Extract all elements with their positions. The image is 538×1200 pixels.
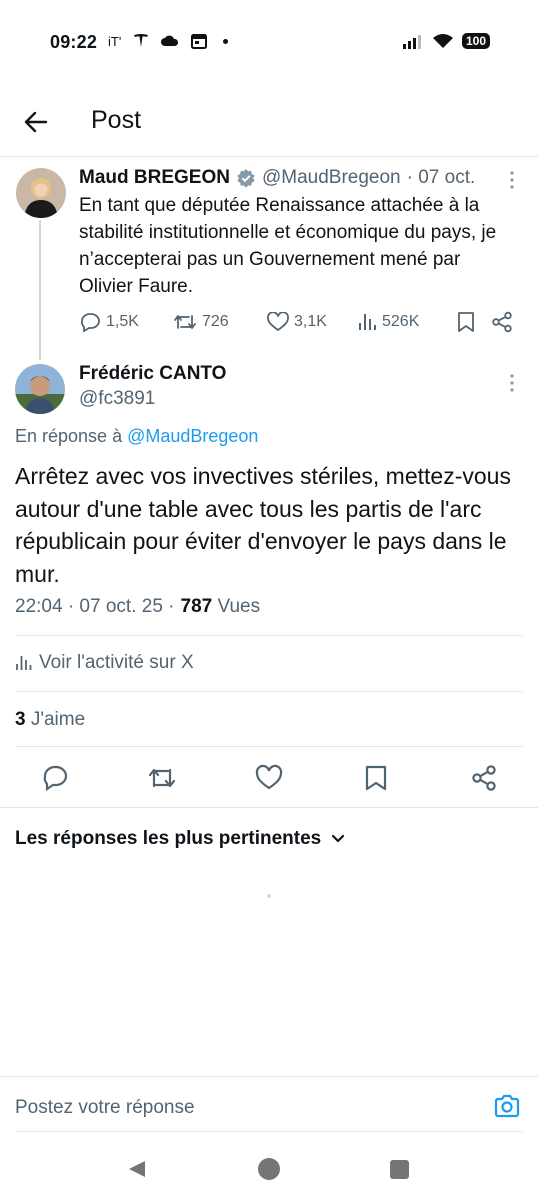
main-actions [0,760,538,800]
status-system-icons: 100 [402,33,490,49]
parent-like-count: 3,1K [294,313,327,330]
it-icon: iT' [108,33,122,49]
calendar-icon [191,34,208,49]
loading-indicator [267,894,271,898]
parent-views-button[interactable]: 526K [357,312,457,332]
main-tweet-time[interactable]: 22:04 · 07 oct. 25 · [15,596,175,618]
main-author-name[interactable]: Frédéric CANTO [79,363,226,385]
back-button[interactable] [20,108,52,136]
main-author-handle[interactable]: @fc3891 [79,388,155,410]
main-more-button[interactable] [506,373,518,398]
likes-label: J'aime [30,709,86,730]
reply-icon [81,313,100,332]
likes-divider [15,746,523,747]
arrow-left-icon [24,111,48,133]
main-tweet-meta: 22:04 · 07 oct. 25 · 787 Vues [15,596,260,618]
main-share-button[interactable] [470,764,498,792]
cloud-icon [161,35,179,46]
triangle-back-icon [129,1161,145,1177]
main-repost-button[interactable] [147,764,176,792]
battery-indicator: 100 [461,33,490,49]
tesla-icon [134,34,149,47]
reply-to-mention[interactable]: @MaudBregeon [127,426,258,446]
reply-to-prefix: En réponse à [15,426,123,446]
composer-bottom-divider [15,1131,523,1132]
parent-author-handle[interactable]: @MaudBregeon [262,167,401,189]
parent-repost-count: 726 [202,313,229,330]
likes-count: 3 [15,709,26,730]
heart-icon [267,312,289,332]
share-icon [492,311,512,333]
main-reply-button[interactable] [41,764,69,792]
share-icon [472,765,496,791]
bookmark-icon [458,312,474,332]
reply-input[interactable]: Postez votre réponse [15,1097,195,1119]
view-activity-label: Voir l'activité sur X [39,652,194,673]
nav-back-button[interactable] [127,1159,147,1184]
parent-repost-button[interactable]: 726 [173,312,267,332]
signal-icon [402,35,421,49]
parent-tweet-text: En tant que députée Renaissance attachée… [79,195,497,297]
parent-share-button[interactable] [491,311,513,333]
main-avatar[interactable] [15,364,65,414]
composer-top-divider [0,1076,538,1077]
parent-like-button[interactable]: 3,1K [267,312,357,332]
view-activity-link[interactable]: Voir l'activité sur X [15,652,194,674]
heart-icon [255,764,283,790]
reply-icon [43,765,68,792]
actions-divider [0,807,538,808]
main-like-button[interactable] [255,764,283,792]
avatar-image [15,364,65,414]
wifi-icon [432,34,453,48]
status-time: 09:22 [50,32,98,52]
replies-sort-label: Les réponses les plus pertinentes [15,828,322,849]
parent-avatar[interactable] [16,168,66,218]
replies-sort-dropdown[interactable]: Les réponses les plus pertinentes [15,828,345,850]
parent-reply-button[interactable]: 1,5K [79,312,173,332]
parent-author-row: Maud BREGEON @MaudBregeon · 07 oct. [79,167,475,189]
parent-views-count: 526K [382,313,420,330]
meta-divider [15,635,523,636]
status-notification-icons: iT' [108,33,229,49]
chevron-down-icon [332,834,345,843]
reply-to-line: En réponse à @MaudBregeon [15,426,258,447]
main-views-count: 787 [180,596,213,617]
parent-bookmark-button[interactable] [457,311,491,333]
verified-icon [237,169,255,188]
nav-home-button[interactable] [258,1158,280,1180]
parent-reply-count: 1,5K [106,313,139,330]
main-author-row: Frédéric CANTO [79,363,226,385]
views-icon [359,314,376,330]
parent-author-name[interactable]: Maud BREGEON [79,167,230,189]
thread-line [39,220,41,360]
dot-icon [223,38,229,44]
repost-icon [174,315,196,329]
main-bookmark-button[interactable] [364,764,392,792]
avatar-image [16,168,66,218]
nav-recents-button[interactable] [390,1160,409,1179]
header-divider [0,156,538,157]
page-title: Post [91,106,142,134]
bookmark-icon [365,765,387,791]
parent-date: · 07 oct. [406,167,476,188]
parent-actions: 1,5K 726 3,1K 526K [79,311,519,333]
more-vertical-icon [510,171,514,189]
main-views-label: Vues [217,596,261,617]
views-icon [16,656,32,670]
activity-divider [15,691,523,692]
camera-icon [494,1094,520,1118]
likes-summary[interactable]: 3 J'aime [15,709,85,731]
more-vertical-icon [510,374,514,392]
main-tweet-text: Arrêtez avec vos invectives stériles, me… [15,463,511,587]
repost-icon [148,768,176,788]
camera-button[interactable] [494,1094,520,1123]
